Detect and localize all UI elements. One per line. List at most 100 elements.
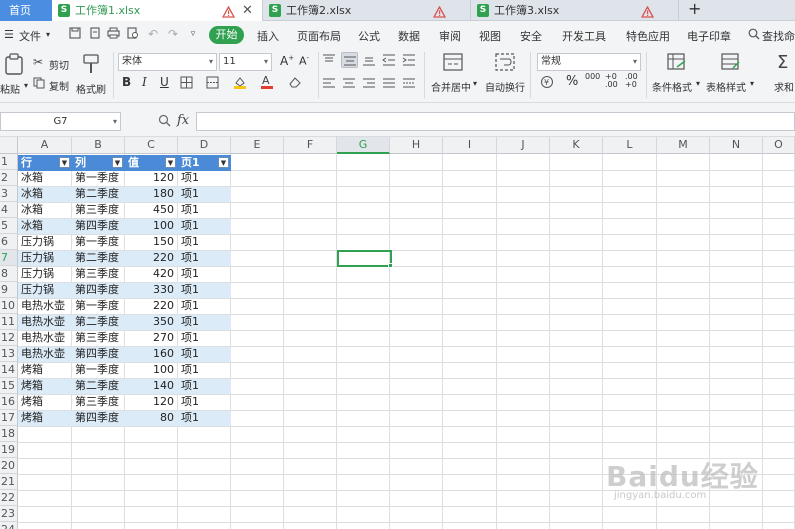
column-header-e[interactable]: E — [231, 137, 284, 154]
align-top-icon[interactable] — [322, 54, 336, 69]
redo-icon[interactable]: ↷ — [166, 27, 180, 41]
table-cell[interactable]: 电热水壶 — [18, 314, 72, 330]
menu-tab-review[interactable]: 审阅 — [439, 28, 461, 44]
row-header[interactable]: 12 — [0, 330, 18, 346]
table-cell[interactable]: 压力锅 — [18, 250, 72, 266]
table-cell[interactable]: 压力锅 — [18, 266, 72, 282]
column-header-m[interactable]: M — [657, 137, 710, 154]
font-color-icon[interactable]: A — [260, 74, 274, 92]
row-header[interactable]: 18 — [0, 426, 18, 442]
row-header[interactable]: 2 — [0, 170, 18, 186]
menu-file[interactable]: 文件 — [19, 28, 41, 44]
table-style-icon[interactable] — [721, 53, 741, 74]
table-cell[interactable]: 项1 — [178, 314, 231, 330]
table-cell[interactable]: 150 — [125, 234, 178, 250]
table-cell[interactable]: 项1 — [178, 378, 231, 394]
column-header-j[interactable]: J — [497, 137, 550, 154]
table-cell[interactable]: 第三季度 — [72, 394, 125, 410]
fill-color-icon[interactable] — [233, 75, 247, 92]
row-header[interactable]: 21 — [0, 474, 18, 490]
percent-icon[interactable]: % — [566, 74, 578, 89]
row-header[interactable]: 11 — [0, 314, 18, 330]
chevron-down-icon[interactable]: ▾ — [24, 81, 28, 90]
row-header[interactable]: 7 — [0, 250, 18, 266]
table-cell[interactable]: 100 — [125, 218, 178, 234]
fill-pattern-icon[interactable] — [206, 76, 219, 92]
fill-handle[interactable] — [388, 263, 393, 268]
decrease-decimal-icon[interactable]: .00 +0 — [625, 73, 638, 89]
menu-tab-e-seal[interactable]: 电子印章 — [687, 28, 731, 44]
table-cell[interactable]: 第一季度 — [72, 298, 125, 314]
conditional-format-button[interactable]: 条件格式 — [652, 79, 692, 94]
row-header[interactable]: 10 — [0, 298, 18, 314]
row-header[interactable]: 16 — [0, 394, 18, 410]
increase-font-icon[interactable]: A+ — [280, 54, 294, 68]
font-size-select[interactable]: 11 ▾ — [219, 53, 272, 71]
row-header[interactable]: 20 — [0, 458, 18, 474]
currency-icon[interactable]: ¥ — [540, 75, 554, 92]
table-cell[interactable]: 项1 — [178, 170, 231, 186]
filter-dropdown-icon[interactable]: ▼ — [59, 157, 70, 168]
italic-button[interactable]: I — [142, 75, 147, 89]
align-right-icon[interactable] — [362, 78, 376, 93]
clear-format-icon[interactable] — [288, 76, 302, 91]
print-icon[interactable] — [106, 27, 120, 41]
thousands-separator-icon[interactable]: 000 — [585, 73, 600, 89]
table-style-button[interactable]: 表格样式 — [706, 79, 746, 94]
function-icon[interactable]: fx — [177, 113, 189, 128]
filter-dropdown-icon[interactable]: ▼ — [218, 157, 229, 168]
table-cell[interactable]: 100 — [125, 362, 178, 378]
table-cell[interactable]: 压力锅 — [18, 234, 72, 250]
row-header[interactable]: 14 — [0, 362, 18, 378]
column-header-f[interactable]: F — [284, 137, 337, 154]
table-cell[interactable]: 第二季度 — [72, 250, 125, 266]
row-header[interactable]: 15 — [0, 378, 18, 394]
row-header[interactable]: 4 — [0, 202, 18, 218]
table-cell[interactable]: 第三季度 — [72, 330, 125, 346]
print-preview-icon[interactable] — [126, 27, 140, 41]
decrease-font-icon[interactable]: A- — [299, 54, 309, 68]
select-all-corner[interactable] — [0, 137, 18, 154]
table-header-cell[interactable]: 行 ▼ — [18, 155, 72, 171]
row-header[interactable]: 3 — [0, 186, 18, 202]
table-cell[interactable]: 120 — [125, 170, 178, 186]
table-cell[interactable]: 第一季度 — [72, 362, 125, 378]
file-tab-2[interactable]: S 工作簿2.xlsx — [263, 0, 471, 21]
chevron-down-icon[interactable]: ▾ — [473, 79, 477, 88]
table-cell[interactable]: 项1 — [178, 330, 231, 346]
table-cell[interactable]: 项1 — [178, 218, 231, 234]
menu-tab-start[interactable]: 开始 — [209, 26, 244, 44]
table-cell[interactable]: 烤箱 — [18, 362, 72, 378]
save-icon[interactable] — [68, 27, 82, 41]
row-header[interactable]: 6 — [0, 234, 18, 250]
table-cell[interactable]: 冰箱 — [18, 186, 72, 202]
table-cell[interactable]: 烤箱 — [18, 410, 72, 426]
conditional-format-icon[interactable] — [667, 53, 687, 74]
align-center-icon[interactable] — [342, 78, 356, 93]
table-cell[interactable]: 项1 — [178, 186, 231, 202]
table-cell[interactable]: 第三季度 — [72, 266, 125, 282]
sum-icon[interactable]: Σ — [777, 52, 788, 73]
table-cell[interactable]: 第四季度 — [72, 282, 125, 298]
table-cell[interactable]: 350 — [125, 314, 178, 330]
formula-input[interactable] — [196, 112, 795, 131]
table-cell[interactable]: 项1 — [178, 202, 231, 218]
table-header-cell[interactable]: 列 ▼ — [72, 155, 125, 171]
table-cell[interactable]: 电热水壶 — [18, 298, 72, 314]
row-header[interactable]: 8 — [0, 266, 18, 282]
table-cell[interactable]: 项1 — [178, 298, 231, 314]
search-icon[interactable] — [748, 28, 760, 43]
table-cell[interactable]: 第三季度 — [72, 202, 125, 218]
increase-decimal-icon[interactable]: +0.00 — [605, 73, 618, 89]
table-cell[interactable]: 220 — [125, 250, 178, 266]
column-header-a[interactable]: A — [18, 137, 72, 154]
table-cell[interactable]: 第二季度 — [72, 314, 125, 330]
filter-dropdown-icon[interactable]: ▼ — [112, 157, 123, 168]
menu-tab-security[interactable]: 安全 — [520, 28, 542, 44]
menu-tab-formulas[interactable]: 公式 — [358, 28, 380, 44]
row-header[interactable]: 5 — [0, 218, 18, 234]
menu-tab-data[interactable]: 数据 — [398, 28, 420, 44]
font-name-select[interactable]: 宋体 ▾ — [118, 53, 217, 71]
underline-button[interactable]: U — [160, 75, 169, 89]
home-tab[interactable]: 首页 — [0, 0, 52, 21]
